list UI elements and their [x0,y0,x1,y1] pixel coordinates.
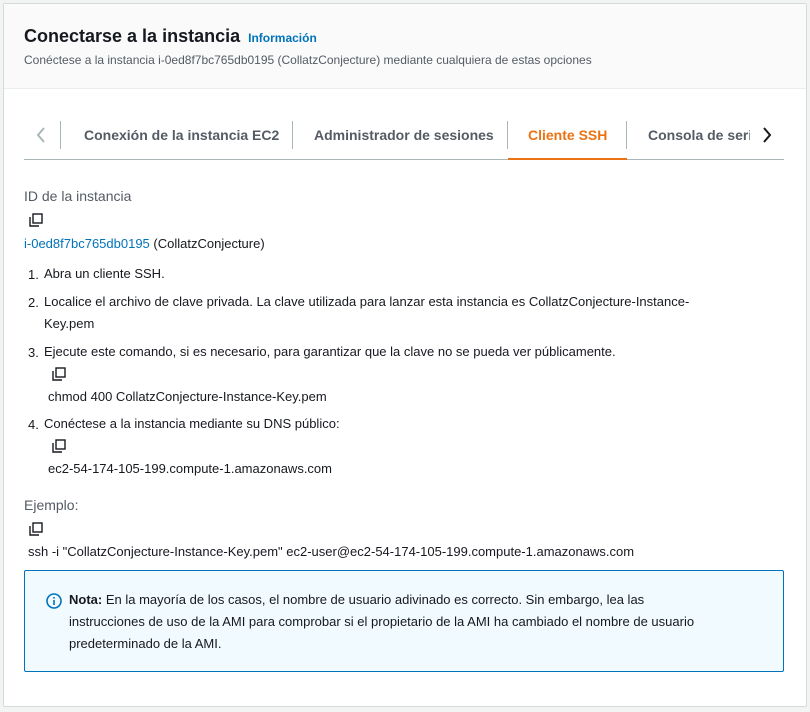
step-text-line: Localice el archivo de clave privada. La… [44,294,690,309]
chevron-left-icon [36,127,45,143]
title-row: Conectarse a la instancia Información [24,26,317,47]
instance-id-row: i-0ed8f7bc765db0195 (CollatzConjecture) [24,236,265,251]
chmod-command: chmod 400 CollatzConjecture-Instance-Key… [48,389,327,404]
tab-scroll-right-button[interactable] [750,112,784,158]
note-line-1: En la mayoría de los casos, el nombre de… [102,592,645,607]
step-text: Ejecute este comando, si es necesario, p… [44,344,616,359]
tab-ssh-client[interactable]: Cliente SSH [508,112,628,160]
note-line-3: predeterminado de la AMI. [69,636,222,651]
step-number: 4. [28,417,39,432]
chevron-right-icon [763,127,772,143]
connect-instance-panel: Conectarse a la instancia Información Co… [3,3,807,707]
tab-ec2-instance-connect[interactable]: Conexión de la instancia EC2 [64,112,299,160]
panel-header: Conectarse a la instancia Información Co… [4,4,806,89]
step-text: Abra un cliente SSH. [44,266,165,281]
info-icon [46,593,62,609]
tab-scroll-left-button[interactable] [24,112,58,158]
copy-icon[interactable] [52,439,66,453]
connection-tabs: Conexión de la instancia EC2 Administrad… [24,112,784,160]
page-title: Conectarse a la instancia [24,26,241,46]
example-label: Ejemplo: [24,497,79,513]
tab-serial-console[interactable]: Consola de serie [628,112,750,160]
step-text-line: Key.pem [44,316,95,331]
tab-list: Conexión de la instancia EC2 Administrad… [60,112,750,160]
public-dns: ec2-54-174-105-199.compute-1.amazonaws.c… [48,461,332,476]
tab-divider [626,121,627,149]
page-subtitle: Conéctese a la instancia i-0ed8f7bc765db… [24,53,592,67]
instance-name: (CollatzConjecture) [153,236,265,251]
tab-divider [60,121,61,149]
step-number: 1. [28,267,39,282]
copy-icon[interactable] [52,367,66,381]
tab-divider [292,121,293,149]
ssh-example-command: ssh -i "CollatzConjecture-Instance-Key.p… [28,544,635,559]
step-text: Conéctese a la instancia mediante su DNS… [44,416,340,431]
instance-id-label: ID de la instancia [24,188,132,204]
step-number: 2. [28,295,39,310]
info-alert: Nota: En la mayoría de los casos, el nom… [24,570,784,672]
step-text: Localice el archivo de clave privada. La… [44,291,689,335]
note-line: Nota: En la mayoría de los casos, el nom… [69,589,769,611]
tab-session-manager[interactable]: Administrador de sesiones [294,112,514,160]
note-text: Nota: En la mayoría de los casos, el nom… [69,589,769,655]
note-line-2: instrucciones de uso de la AMI para comp… [69,614,695,629]
step-number: 3. [28,345,39,360]
copy-icon[interactable] [29,213,43,227]
instance-id-link[interactable]: i-0ed8f7bc765db0195 [24,236,150,251]
copy-icon[interactable] [29,522,43,536]
note-label: Nota: [69,592,103,607]
info-link[interactable]: Información [248,31,317,45]
